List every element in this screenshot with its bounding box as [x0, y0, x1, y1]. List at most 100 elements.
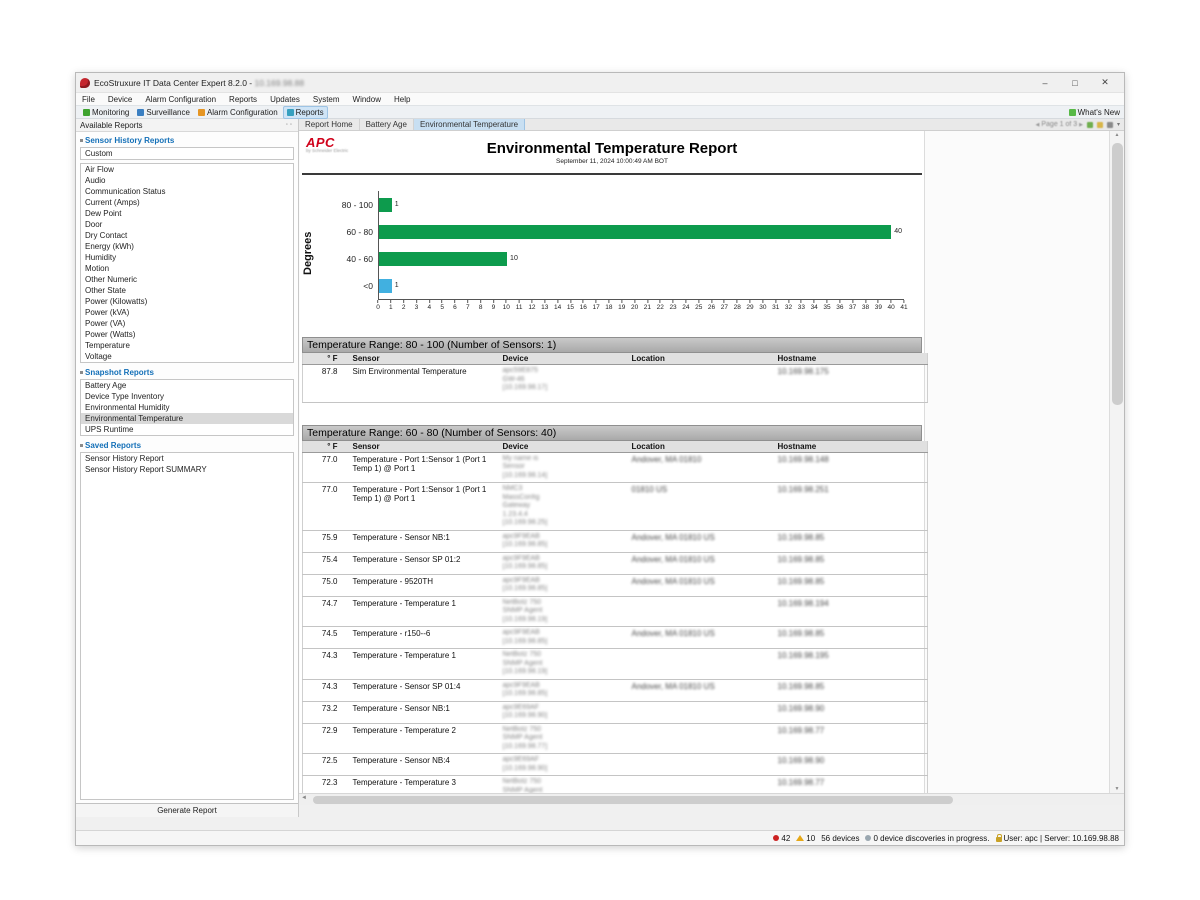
chart-bar-40-60	[379, 252, 507, 266]
tab-environmental-temperature[interactable]: Environmental Temperature	[414, 119, 525, 130]
menu-updates[interactable]: Updates	[270, 95, 300, 104]
x-tick-11: 11	[516, 300, 523, 311]
menu-system[interactable]: System	[313, 95, 340, 104]
perspective-monitoring[interactable]: Monitoring	[80, 107, 132, 118]
section-snapshot-reports[interactable]: Snapshot Reports	[79, 366, 295, 379]
page-navigation[interactable]: ◀ Page 1 of 3 ▶	[1036, 121, 1083, 128]
scroll-up-icon[interactable]: ▲	[1110, 132, 1124, 138]
report-item-power-va[interactable]: Power (VA)	[81, 318, 293, 329]
x-tick-5: 5	[440, 300, 444, 311]
report-item-voltage[interactable]: Voltage	[81, 351, 293, 362]
scroll-left-icon[interactable]: ◄	[301, 795, 307, 801]
x-tick-39: 39	[875, 300, 882, 311]
report-item-environmental-humidity[interactable]: Environmental Humidity	[81, 402, 293, 413]
report-item-temperature[interactable]: Temperature	[81, 340, 293, 351]
report-item-current-amps[interactable]: Current (Amps)	[81, 197, 293, 208]
close-button[interactable]: ✕	[1090, 77, 1120, 88]
report-viewport: APC by Schneider Electric Environmental …	[299, 131, 1109, 793]
export-icon[interactable]	[1087, 122, 1093, 128]
report-item-door[interactable]: Door	[81, 219, 293, 230]
cell-location: Andover, MA 01810 US	[629, 530, 775, 552]
chart-bar-60-80	[379, 225, 891, 239]
cell-device: NetBotz 750SNMP Agent[10.169.98.77]	[500, 776, 629, 794]
scroll-down-icon[interactable]: ▼	[1110, 786, 1124, 792]
x-tick-32: 32	[785, 300, 792, 311]
listbox-sensor-history-reports: Air FlowAudioCommunication StatusCurrent…	[80, 163, 294, 363]
section-saved-reports[interactable]: Saved Reports	[79, 439, 295, 452]
next-page-icon[interactable]: ▶	[1079, 122, 1083, 128]
cell-temperature: 74.3	[303, 649, 350, 680]
menu-alarm-configuration[interactable]: Alarm Configuration	[145, 95, 216, 104]
report-item-air-flow[interactable]: Air Flow	[81, 164, 293, 175]
report-item-humidity[interactable]: Humidity	[81, 252, 293, 263]
whats-new-link[interactable]: What's New	[1069, 108, 1120, 117]
menu-bar: File Device Alarm Configuration Reports Upda…	[76, 92, 1124, 105]
horizontal-scroll-thumb[interactable]	[313, 796, 953, 804]
tab-report-home[interactable]: Report Home	[299, 119, 360, 130]
cell-hostname: 10.169.98.195	[775, 649, 928, 680]
cell-hostname: 10.169.98.85	[775, 679, 928, 701]
x-tick-34: 34	[811, 300, 818, 311]
header-rule	[302, 173, 922, 175]
report-item-power-kva[interactable]: Power (kVA)	[81, 307, 293, 318]
menu-window[interactable]: Window	[353, 95, 381, 104]
perspective-alarm-configuration[interactable]: Alarm Configuration	[195, 107, 281, 118]
chart-bar-80-100	[379, 198, 392, 212]
menu-reports[interactable]: Reports	[229, 95, 257, 104]
prev-page-icon[interactable]: ◀	[1036, 122, 1040, 128]
report-item-power-watts[interactable]: Power (Watts)	[81, 329, 293, 340]
report-item-other-state[interactable]: Other State	[81, 285, 293, 296]
menu-help[interactable]: Help	[394, 95, 410, 104]
x-tick-40: 40	[888, 300, 895, 311]
report-item-dry-contact[interactable]: Dry Contact	[81, 230, 293, 241]
available-reports-title: Available Reports	[80, 121, 143, 130]
report-item-dew-point[interactable]: Dew Point	[81, 208, 293, 219]
report-item-ups-runtime[interactable]: UPS Runtime	[81, 424, 293, 435]
perspective-reports[interactable]: Reports	[283, 106, 328, 119]
report-item-power-kilowatts[interactable]: Power (Kilowatts)	[81, 296, 293, 307]
cell-sensor: Temperature - Port 1:Sensor 1 (Port 1 Te…	[350, 452, 500, 483]
report-item-custom[interactable]: Custom	[81, 148, 293, 159]
section-sensor-history-reports[interactable]: Sensor History Reports	[79, 134, 295, 147]
report-item-sensor-history-report-summary[interactable]: Sensor History Report SUMMARY	[81, 464, 293, 475]
maximize-button[interactable]: □	[1060, 78, 1090, 88]
print-icon[interactable]	[1107, 122, 1113, 128]
report-item-environmental-temperature[interactable]: Environmental Temperature	[81, 413, 293, 424]
tab-battery-age[interactable]: Battery Age	[360, 119, 414, 130]
vertical-scrollbar[interactable]: ▲ ▼	[1109, 131, 1124, 793]
report-item-sensor-history-report[interactable]: Sensor History Report	[81, 453, 293, 464]
report-item-other-numeric[interactable]: Other Numeric	[81, 274, 293, 285]
title-bar: EcoStruxure IT Data Center Expert 8.2.0 …	[76, 73, 1124, 92]
chart-x-axis: 0123456789101112131415161718192021222324…	[378, 300, 904, 315]
available-reports-panel: Available Reports ▫▫ Sensor History Repo…	[76, 119, 299, 817]
x-tick-13: 13	[541, 300, 548, 311]
cell-hostname: 10.169.98.90	[775, 754, 928, 776]
save-report-icon[interactable]	[1097, 122, 1103, 128]
table-row: 77.0Temperature - Port 1:Sensor 1 (Port …	[303, 483, 928, 531]
generate-report-button[interactable]: Generate Report	[76, 803, 298, 817]
critical-alarms-status[interactable]: 42	[773, 834, 790, 843]
report-item-battery-age[interactable]: Battery Age	[81, 380, 293, 391]
horizontal-scrollbar[interactable]: ◄	[299, 793, 1124, 805]
cell-sensor: Temperature - Sensor SP 01:2	[350, 552, 500, 574]
x-tick-4: 4	[428, 300, 432, 311]
report-item-device-type-inventory[interactable]: Device Type Inventory	[81, 391, 293, 402]
warning-alarms-status[interactable]: 10	[796, 834, 815, 843]
menu-file[interactable]: File	[82, 95, 95, 104]
redacted-server-ip: 10.169.98.88	[254, 78, 304, 88]
panel-control-icons[interactable]: ▫▫	[286, 122, 294, 128]
minimize-button[interactable]: –	[1030, 78, 1060, 88]
x-tick-25: 25	[695, 300, 702, 311]
vertical-scroll-thumb[interactable]	[1112, 143, 1123, 405]
report-options-dropdown-icon[interactable]: ▾	[1117, 121, 1120, 128]
x-tick-30: 30	[759, 300, 766, 311]
menu-device[interactable]: Device	[108, 95, 132, 104]
perspective-surveillance[interactable]: Surveillance	[134, 107, 193, 118]
report-item-audio[interactable]: Audio	[81, 175, 293, 186]
session-status: User: apc | Server: 10.169.98.88	[996, 834, 1119, 843]
report-item-communication-status[interactable]: Communication Status	[81, 186, 293, 197]
report-item-motion[interactable]: Motion	[81, 263, 293, 274]
report-item-energy-kwh[interactable]: Energy (kWh)	[81, 241, 293, 252]
column-header-hostname: Hostname	[775, 441, 928, 453]
perspective-label: Alarm Configuration	[207, 108, 278, 117]
